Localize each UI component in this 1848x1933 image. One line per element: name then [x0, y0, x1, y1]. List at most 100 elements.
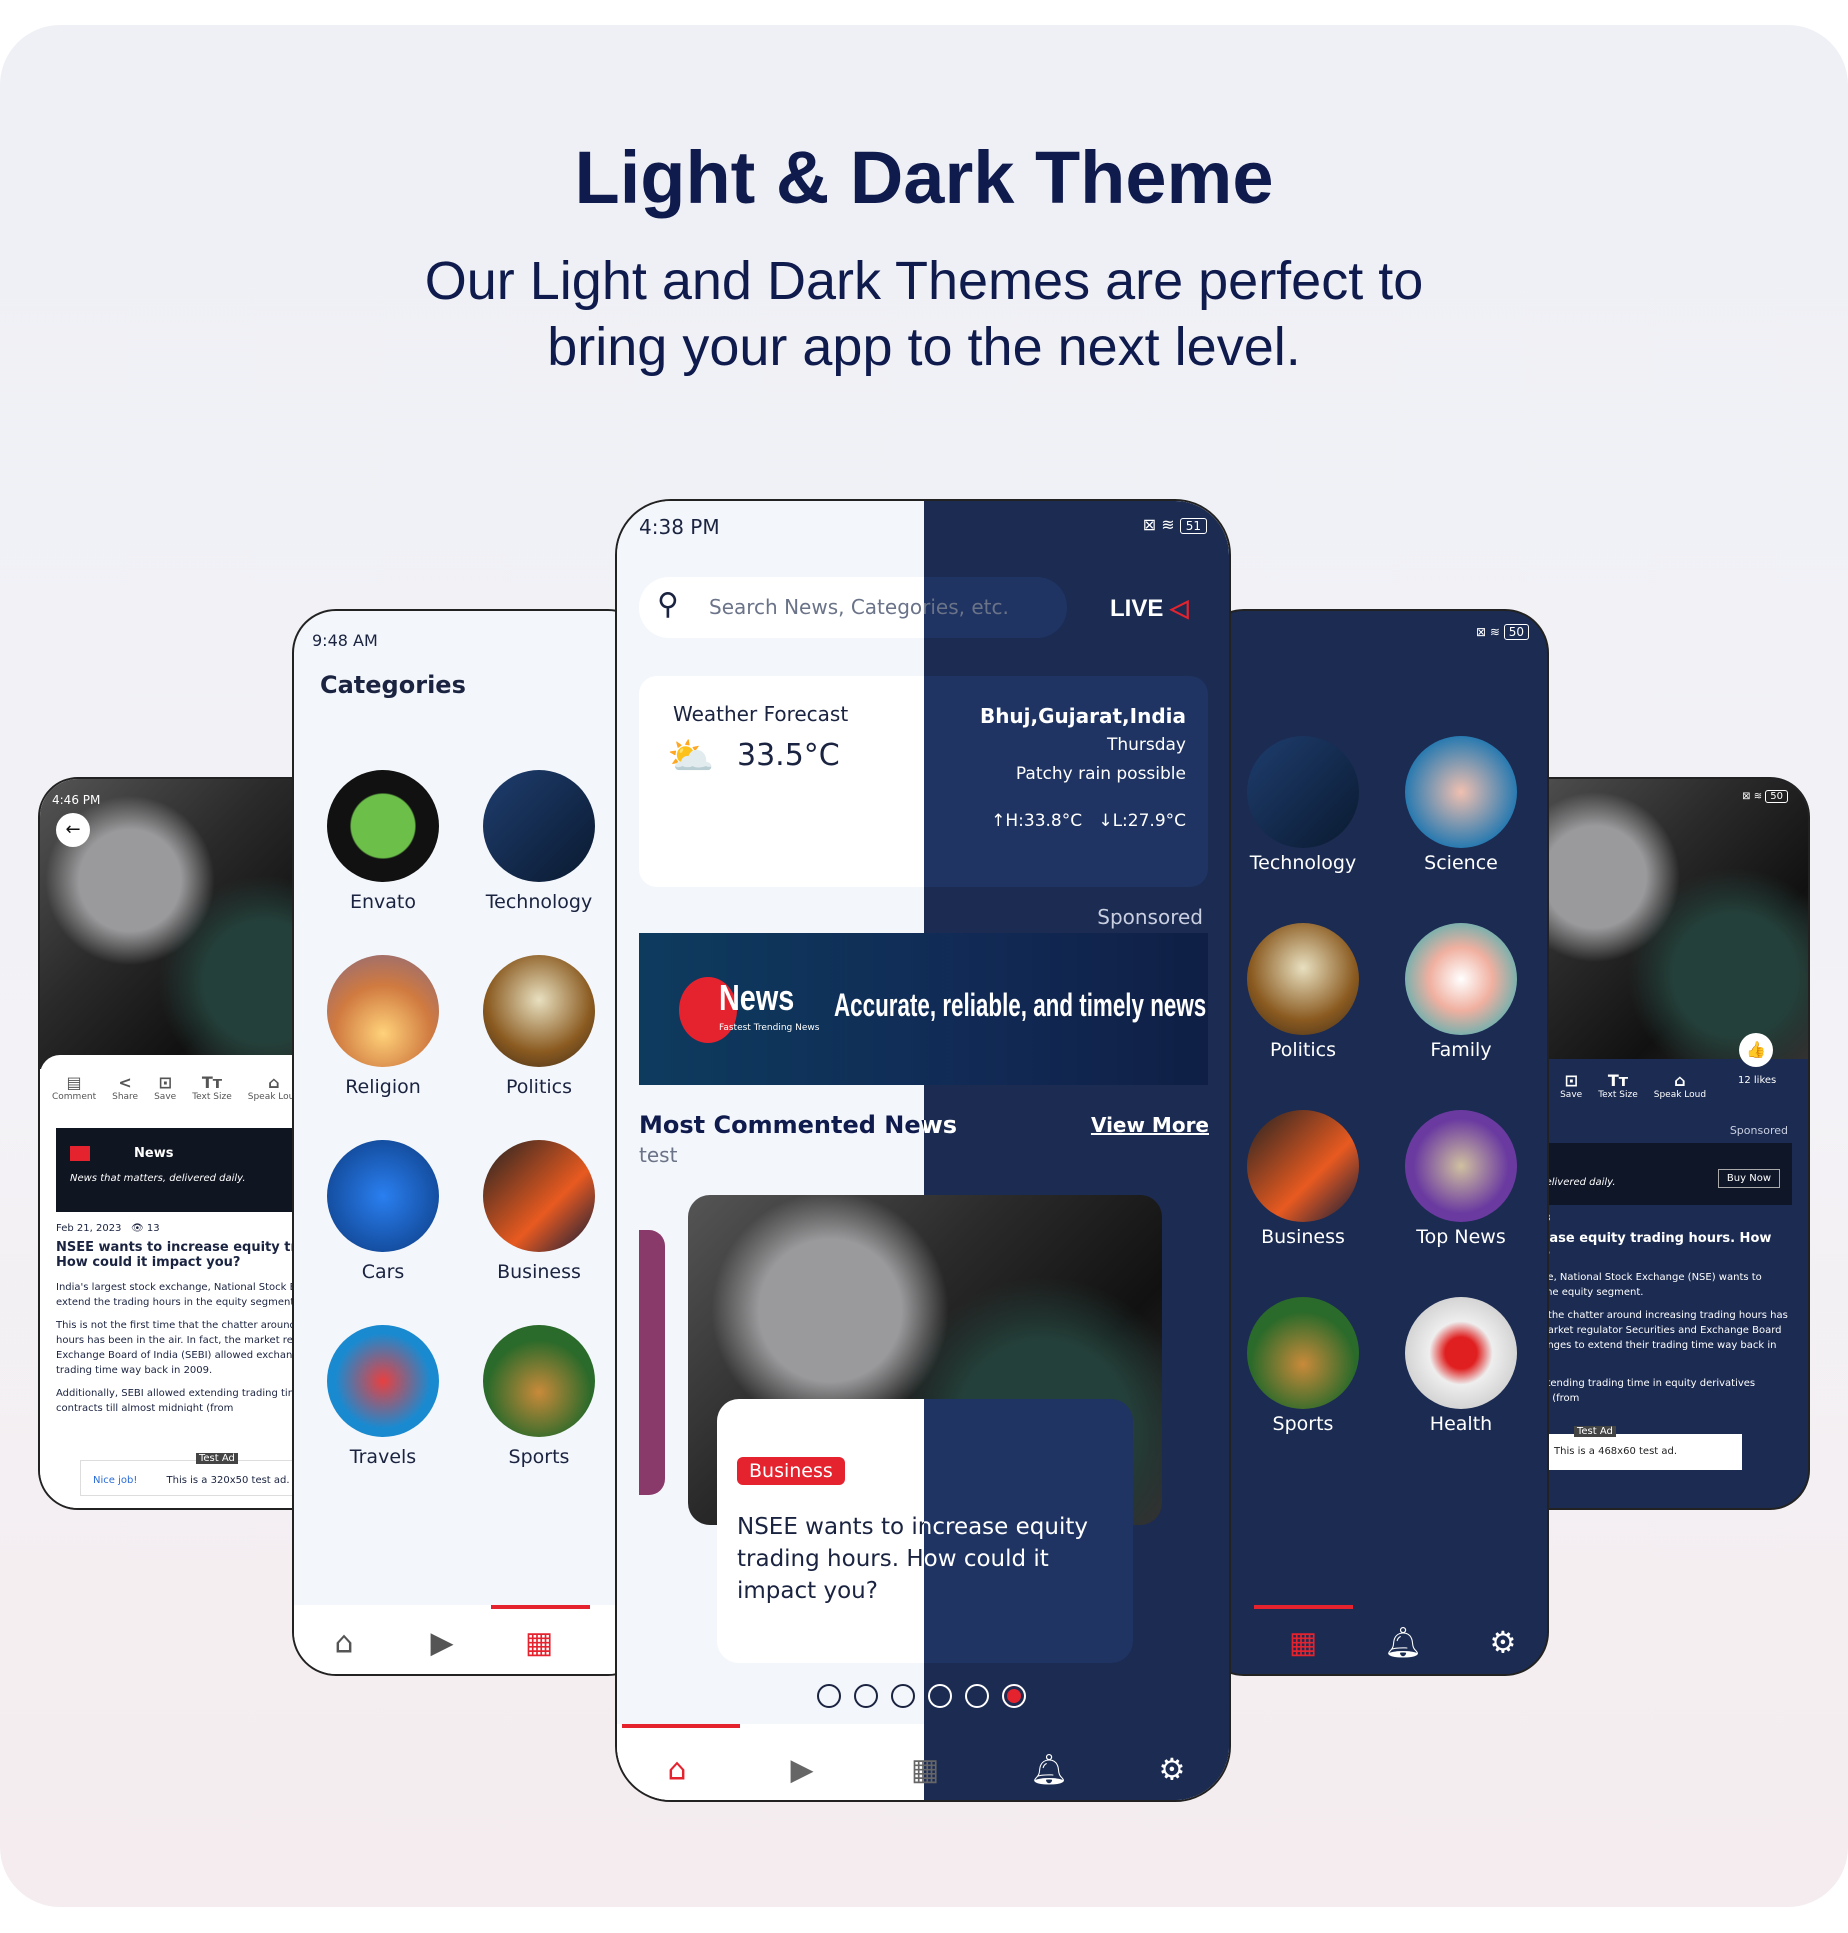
carousel-dot[interactable]: [817, 1684, 841, 1708]
category-image[interactable]: [327, 770, 439, 882]
view-more-link[interactable]: View More: [1091, 1113, 1209, 1137]
carousel-dot[interactable]: [1002, 1684, 1026, 1708]
article-date: Feb 21, 2023: [56, 1223, 122, 1234]
category-label[interactable]: Family: [1430, 1039, 1491, 1061]
carousel-dot[interactable]: [891, 1684, 915, 1708]
category-label[interactable]: Top News: [1416, 1226, 1505, 1248]
home-icon[interactable]: ⌂: [667, 1753, 686, 1788]
action-save-button[interactable]: ⊡ Save: [154, 1073, 176, 1102]
gear-icon[interactable]: ⚙: [1159, 1753, 1186, 1788]
carousel-dot[interactable]: [965, 1684, 989, 1708]
carousel-dot[interactable]: [928, 1684, 952, 1708]
carousel-prev-card[interactable]: [639, 1230, 665, 1495]
action-label: Share: [112, 1092, 139, 1102]
ad-link[interactable]: Nice job!: [93, 1475, 137, 1486]
category-image[interactable]: [483, 955, 595, 1067]
category-label[interactable]: Religion: [345, 1076, 421, 1098]
bottom-nav: ▦ 🔔︎ ⚙: [1202, 1605, 1547, 1674]
category-label[interactable]: Sports: [509, 1446, 570, 1468]
category-image[interactable]: [1405, 1110, 1517, 1222]
category-label[interactable]: Sports: [1273, 1413, 1334, 1435]
page-title: Light & Dark Theme: [574, 136, 1274, 219]
category-image[interactable]: [1247, 1110, 1359, 1222]
category-label[interactable]: Technology: [1250, 852, 1356, 874]
category-label[interactable]: Business: [497, 1261, 581, 1283]
status-icons: ⊠ ≋ 50: [1742, 790, 1788, 803]
sponsored-label: Sponsored: [1729, 1124, 1788, 1137]
category-image[interactable]: [1247, 736, 1359, 848]
weather-details: Bhuj,Gujarat,India Thursday Patchy rain …: [979, 704, 1186, 831]
bell-icon[interactable]: 🔔︎: [1384, 1626, 1422, 1661]
action-text-size-button[interactable]: Tт Text Size: [192, 1073, 232, 1102]
video-icon[interactable]: ▶: [790, 1753, 813, 1788]
category-image[interactable]: [483, 770, 595, 882]
weather-temp: 33.5°C: [737, 738, 840, 773]
categories-title: Categories: [320, 671, 466, 699]
action-icon: ⊡: [158, 1073, 172, 1092]
category-badge: Business: [737, 1457, 845, 1485]
live-button[interactable]: LIVE ◁: [1110, 594, 1188, 623]
action-text-size-button[interactable]: Tт Text Size: [1598, 1071, 1638, 1100]
banner-brand-sub: Fastest Trending News: [719, 1023, 820, 1033]
test-ad-label: Test Ad: [1574, 1426, 1616, 1437]
like-button[interactable]: 👍: [1739, 1033, 1773, 1067]
weather-title: Weather Forecast: [673, 702, 849, 726]
action-share-button[interactable]: <Share: [112, 1073, 138, 1102]
category-label[interactable]: Envato: [350, 891, 416, 913]
ad-text: This is a 320x50 test ad.: [166, 1475, 290, 1486]
home-icon[interactable]: ⌂: [334, 1626, 353, 1661]
category-label[interactable]: Science: [1424, 852, 1498, 874]
weather-location: Bhuj,Gujarat,India: [979, 704, 1186, 728]
categories-icon[interactable]: ▦: [1289, 1626, 1317, 1661]
live-icon: ◁: [1163, 595, 1189, 622]
weather-low: L:27.9°C: [1112, 811, 1186, 831]
action-icon: ⌂: [1674, 1071, 1686, 1090]
category-image[interactable]: [483, 1325, 595, 1437]
action-icon: Tт: [201, 1073, 223, 1092]
category-image[interactable]: [483, 1140, 595, 1252]
weather-cloud-icon: ⛅: [667, 734, 715, 778]
weather-day: Thursday: [1106, 735, 1186, 755]
category-label[interactable]: Travels: [350, 1446, 416, 1468]
category-label[interactable]: Health: [1430, 1413, 1492, 1435]
bell-icon[interactable]: 🔔︎: [1030, 1753, 1068, 1788]
banner-brand: News: [719, 977, 795, 1018]
categories-phone-dark: ⊠ ≋ 50 Technology Science Politics Family Bu…: [1200, 609, 1549, 1676]
category-image[interactable]: [327, 1140, 439, 1252]
buy-now-button[interactable]: Buy Now: [1717, 1169, 1780, 1188]
category-image[interactable]: [1247, 1297, 1359, 1409]
ad-tagline: News that matters, delivered daily.: [70, 1173, 246, 1184]
carousel-dot[interactable]: [854, 1684, 878, 1708]
video-icon[interactable]: ▶: [430, 1626, 453, 1661]
category-label[interactable]: Cars: [362, 1261, 405, 1283]
action-speak-loud-button[interactable]: ⌂ Speak Loud: [1654, 1071, 1706, 1100]
back-button[interactable]: ←: [56, 813, 90, 847]
category-image[interactable]: [327, 1325, 439, 1437]
category-image[interactable]: [1405, 1297, 1517, 1409]
categories-phone-light: 9:48 AM Categories Envato Technology Relig…: [292, 609, 652, 1676]
action-comment-button[interactable]: ▤Comment: [52, 1073, 96, 1102]
category-label[interactable]: Business: [1261, 1226, 1345, 1248]
home-phone: 4:38 PM ⊠ ≋ 51 ⚲ Search News, Categories…: [615, 499, 1231, 1802]
nav-active-indicator: [622, 1724, 740, 1728]
category-image[interactable]: [1247, 923, 1359, 1035]
section-subtitle: test: [639, 1143, 678, 1167]
category-image[interactable]: [327, 955, 439, 1067]
category-image[interactable]: [1405, 923, 1517, 1035]
nav-active-indicator: [1254, 1605, 1353, 1609]
gear-icon[interactable]: ⚙: [1490, 1626, 1517, 1661]
action-label: Speak Loud: [1653, 1090, 1707, 1100]
category-label[interactable]: Technology: [486, 891, 592, 913]
action-icon: <: [118, 1073, 132, 1092]
status-icons: ⊠ ≋ 51: [1143, 515, 1207, 534]
nav-active-indicator: [491, 1605, 590, 1609]
page-subtitle: Our Light and Dark Themes are perfect to…: [0, 248, 1848, 380]
status-time: 4:38 PM: [639, 515, 720, 539]
categories-icon[interactable]: ▦: [525, 1626, 553, 1661]
category-label[interactable]: Politics: [506, 1076, 572, 1098]
action-save-button[interactable]: ⊡ Save: [1560, 1071, 1582, 1100]
category-label[interactable]: Politics: [1270, 1039, 1336, 1061]
category-image[interactable]: [1405, 736, 1517, 848]
action-label: Save: [154, 1092, 177, 1102]
ad-text: This is a 468x60 test ad.: [1554, 1446, 1678, 1457]
